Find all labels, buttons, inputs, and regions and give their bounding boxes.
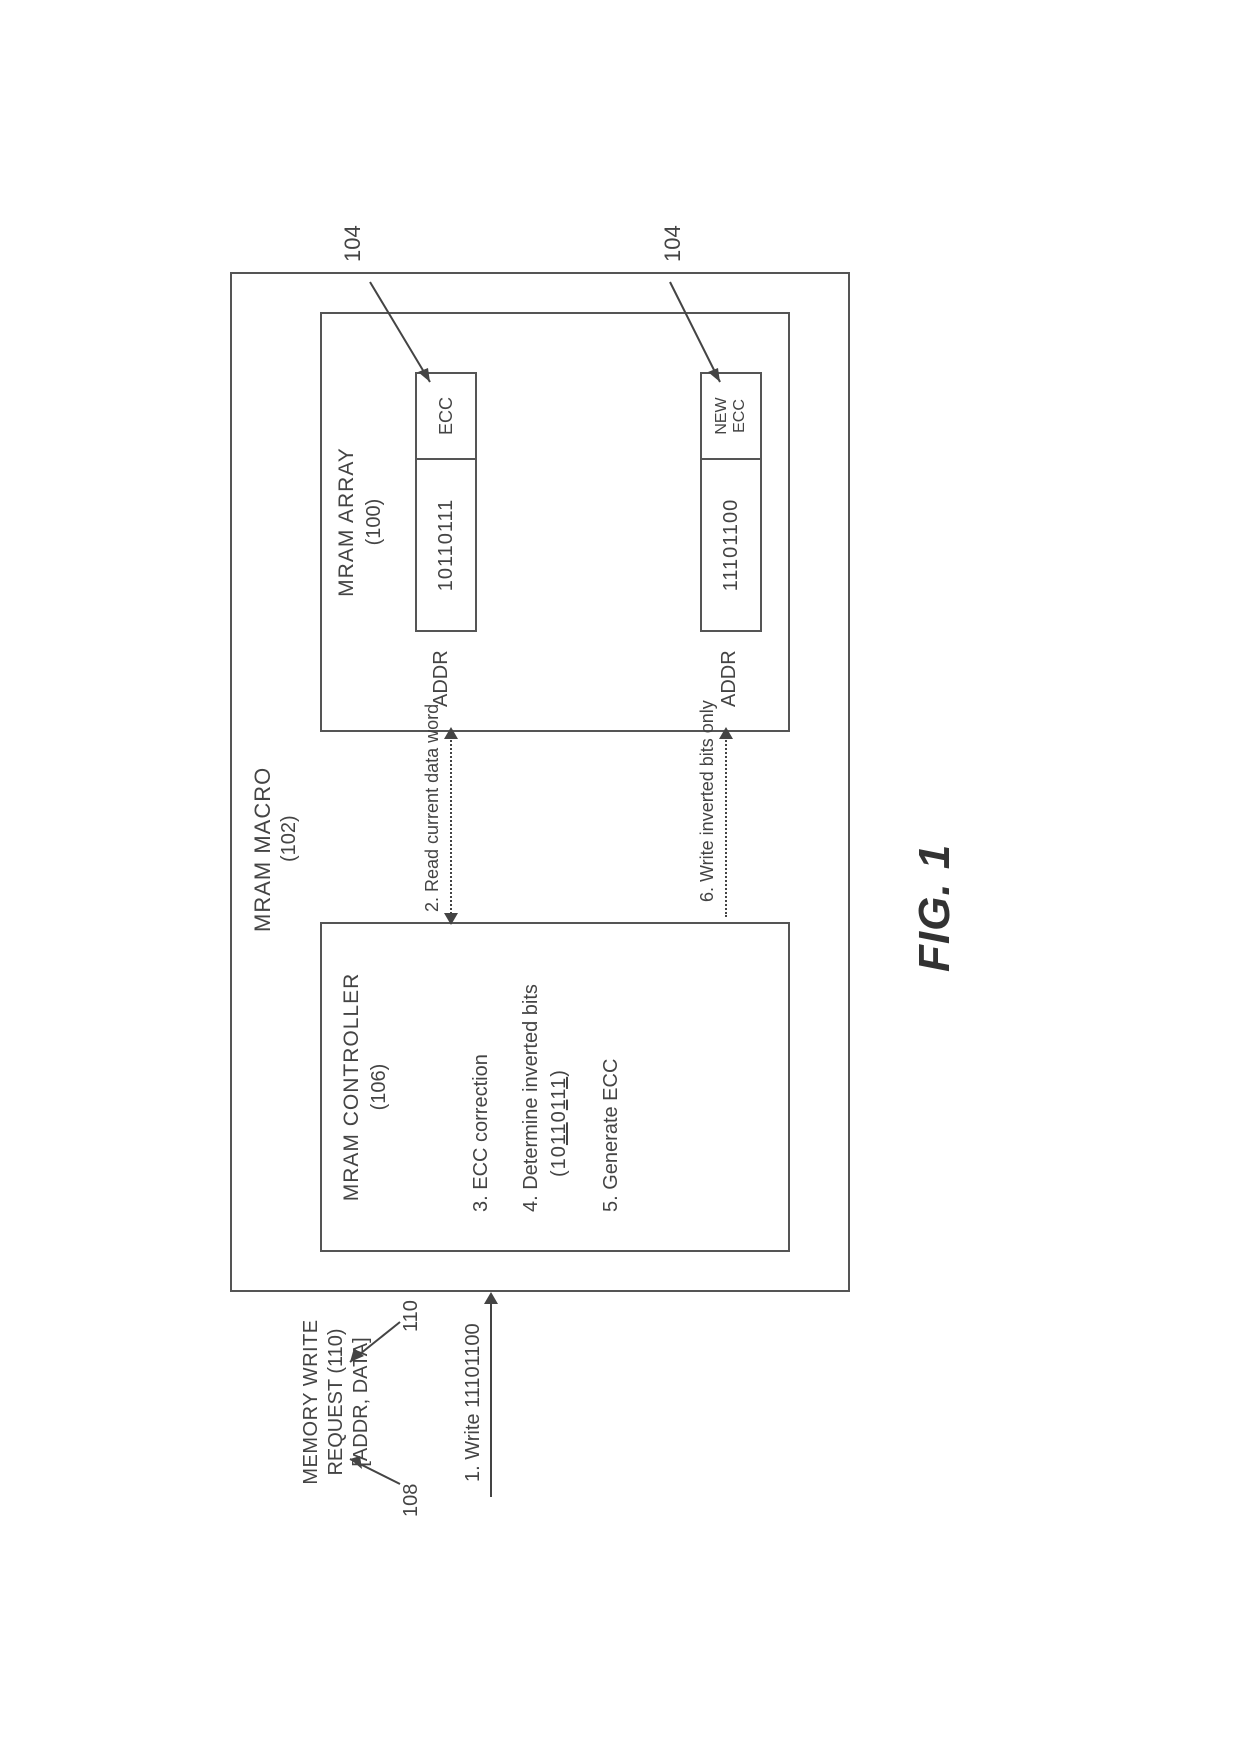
step-6-label: 6. Write inverted bits only [697, 700, 718, 902]
step-2-arrowhead-right [444, 727, 458, 739]
step-6-arrowhead [719, 727, 733, 739]
step-1-arrowhead [484, 1292, 498, 1304]
step-4: 4. Determine inverted bits [520, 984, 543, 1212]
step-2-arrowhead-left [444, 913, 458, 925]
data-word-2-bits: 11101100 [720, 460, 743, 630]
step-6-arrow-line [725, 737, 727, 917]
step-3: 3. ECC correction [470, 1054, 493, 1212]
diagram-stage: MRAM MACRO (102) MRAM CONTROLLER (106) 3… [170, 232, 1070, 1532]
data-word-1: 10110111 ECC [415, 372, 477, 632]
ref-108: 108 [400, 1484, 423, 1517]
controller-ref: (106) [368, 952, 391, 1222]
data-word-1-bits: 10110111 [435, 460, 458, 630]
controller-title: MRAM CONTROLLER [340, 952, 364, 1222]
macro-ref: (102) [278, 815, 301, 862]
step-1-label: 1. Write 11101100 [462, 1323, 485, 1482]
ref-104-top: 104 [340, 225, 366, 262]
step-1-arrow-line [490, 1299, 492, 1497]
figure-label: FIG. 1 [910, 844, 960, 972]
ref-104-bottom: 104 [660, 225, 686, 262]
ref-110: 110 [400, 1300, 423, 1332]
step-4-bits: (10110111) [548, 1069, 571, 1177]
addr-label-2: ADDR [718, 650, 741, 707]
addr-label-1: ADDR [430, 650, 453, 707]
step-2-arrow-line [450, 737, 452, 917]
data-word-2: 11101100 NEW ECC [700, 372, 762, 632]
data-word-2-ecc: NEW ECC [702, 374, 760, 460]
leader-108 [350, 1444, 410, 1484]
step-2-label: 2. Read current data word [422, 704, 443, 912]
data-word-1-ecc: ECC [417, 374, 475, 460]
request-line-2: REQUEST (110) [325, 1302, 348, 1502]
leader-104-bottom [660, 292, 720, 382]
macro-title: MRAM MACRO [250, 767, 276, 932]
request-line-1: MEMORY WRITE [300, 1302, 323, 1502]
leader-104-top [370, 292, 430, 382]
step-5: 5. Generate ECC [600, 1059, 623, 1212]
array-title: MRAM ARRAY [335, 312, 359, 732]
